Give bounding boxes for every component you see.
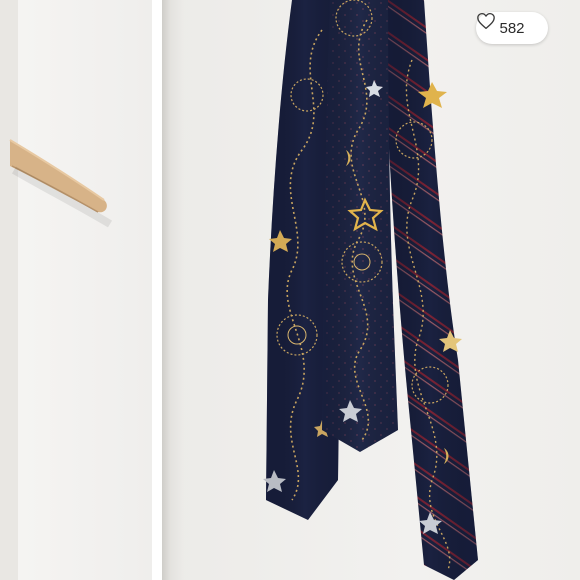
ties-photo-panel[interactable] — [162, 0, 580, 580]
hanger-image — [0, 0, 113, 580]
like-count: 582 — [499, 19, 525, 37]
heart-icon — [477, 12, 495, 30]
photo-viewer[interactable]: 582 — [0, 0, 580, 580]
like-button[interactable]: 582 — [476, 12, 548, 44]
ties-image — [263, 0, 478, 580]
panel-divider — [152, 0, 162, 580]
tie-right — [382, 0, 478, 580]
wooden-hanger-icon — [9, 139, 113, 228]
hanger-photo-panel[interactable] — [0, 0, 152, 580]
tie-middle — [322, 0, 398, 452]
